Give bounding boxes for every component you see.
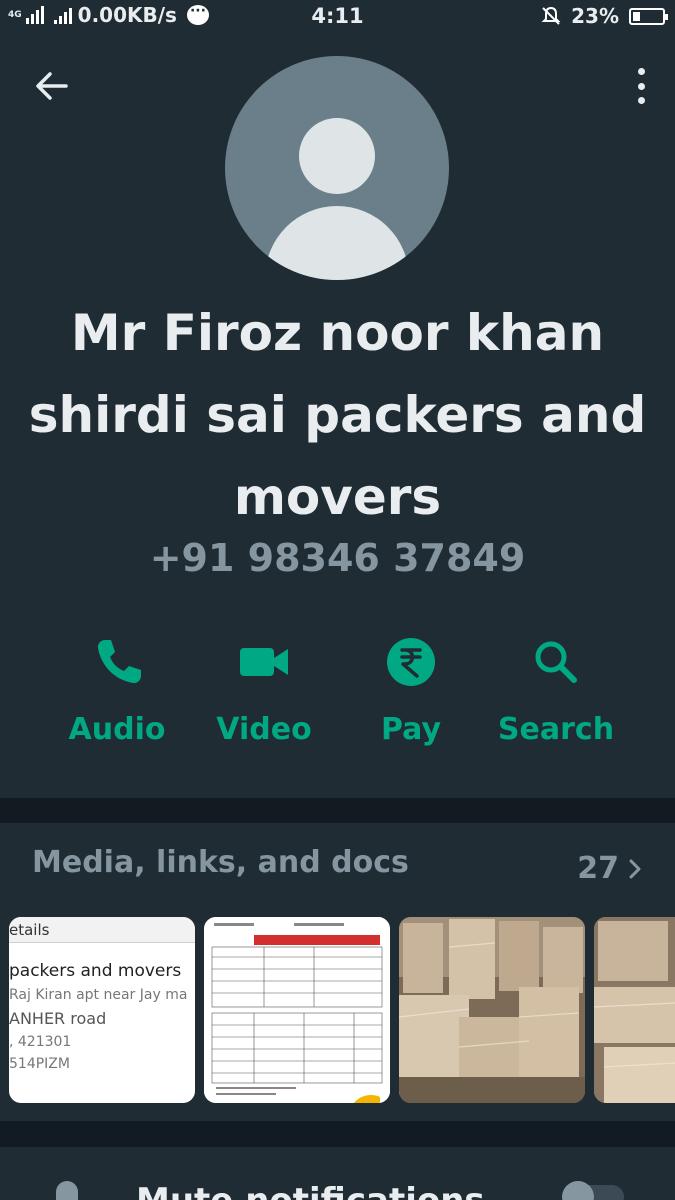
search-icon — [535, 641, 577, 683]
audio-label: Audio — [68, 712, 166, 747]
mute-toggle[interactable] — [562, 1181, 624, 1200]
phone-icon — [97, 640, 141, 684]
packed-boxes-photo — [594, 917, 675, 1103]
media-count: 27 — [577, 851, 619, 886]
contact-header: Mr Firoz noor khan shirdi sai packers an… — [0, 34, 675, 798]
avatar-body — [265, 206, 409, 280]
status-right: 23% — [541, 4, 668, 28]
avatar-head — [299, 118, 375, 194]
audio-call-button[interactable]: Audio — [42, 632, 192, 747]
thumb-address-line: 514PIZM — [9, 1056, 70, 1072]
avatar[interactable] — [225, 56, 449, 280]
media-thumbnail-photo-boxes[interactable] — [399, 917, 585, 1103]
video-label: Video — [216, 712, 312, 747]
media-count-link[interactable]: 27 — [577, 851, 643, 886]
media-thumbnail-photo-boxes-2[interactable] — [594, 917, 675, 1103]
mute-notifications-label: Mute notifications — [136, 1181, 485, 1200]
document-preview-icon — [204, 917, 390, 1103]
action-row: Audio Video Pay Search — [0, 632, 675, 772]
media-section: Media, links, and docs 27 etails packers… — [0, 823, 675, 1121]
mute-notifications-row[interactable]: Mute notifications — [0, 1147, 675, 1200]
thumb-header-text: etails — [9, 917, 195, 943]
contact-name: Mr Firoz noor khan shirdi sai packers an… — [28, 304, 647, 526]
media-thumbnail-document[interactable] — [204, 917, 390, 1103]
battery-icon — [629, 7, 668, 25]
pay-label: Pay — [380, 712, 442, 747]
rupee-icon — [387, 638, 435, 686]
video-icon — [240, 648, 288, 676]
chevron-right-icon — [629, 859, 641, 878]
back-arrow-icon[interactable] — [30, 64, 74, 108]
video-call-button[interactable]: Video — [189, 632, 339, 747]
media-thumbnail-business-card[interactable]: etails packers and movers Raj Kiran apt … — [9, 917, 195, 1103]
pay-button[interactable]: Pay — [336, 632, 486, 747]
packed-boxes-photo — [399, 917, 585, 1103]
thumb-address-line: Raj Kiran apt near Jay ma — [9, 987, 188, 1003]
contact-phone: +91 98346 37849 — [149, 536, 526, 580]
bell-icon — [56, 1181, 78, 1200]
thumb-address-line: ANHER road — [9, 1009, 107, 1028]
media-title[interactable]: Media, links, and docs — [32, 845, 409, 880]
thumb-address-line: , 421301 — [9, 1034, 72, 1050]
bell-muted-icon — [541, 6, 561, 25]
more-options-icon[interactable] — [635, 68, 647, 104]
thumb-business-text: packers and movers — [9, 961, 182, 981]
search-label: Search — [497, 712, 615, 747]
status-bar: 4G 0.00KB/s 4:11 23% — [0, 0, 675, 34]
battery-percent: 23% — [571, 4, 619, 28]
search-button[interactable]: Search — [481, 632, 631, 747]
